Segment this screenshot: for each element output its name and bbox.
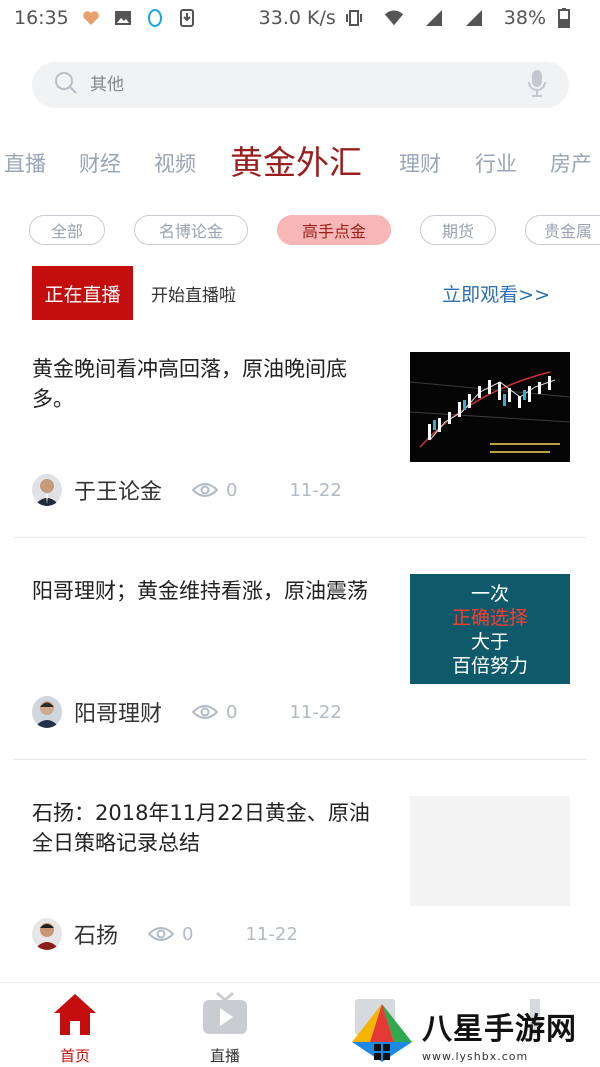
signal-icon — [424, 9, 444, 27]
eye-icon — [191, 481, 219, 499]
article-date: 11-22 — [289, 701, 342, 723]
vibrate-icon — [344, 9, 364, 27]
home-icon — [50, 991, 100, 1037]
tv-play-icon — [200, 991, 250, 1037]
tag-famous-blogs[interactable]: 名博论金 — [134, 215, 248, 245]
search-input[interactable] — [90, 75, 527, 95]
watermark-logo-icon — [352, 1004, 412, 1062]
watermark-url: www.lyshbx.com — [422, 1049, 529, 1063]
author-name[interactable]: 石扬 — [74, 918, 118, 950]
thumbnail-line: 一次 — [470, 583, 509, 605]
tab-home-label: 首页 — [59, 1047, 90, 1065]
wifi-icon — [384, 9, 404, 27]
thumbnail-line: 大于 — [470, 631, 509, 653]
article-title[interactable]: 石扬：2018年11月22日黄金、原油全日策略记录总结 — [32, 798, 384, 858]
view-count: 0 — [226, 701, 238, 723]
eye-icon — [191, 703, 219, 721]
article-title[interactable]: 阳哥理财；黄金维持看涨，原油震荡 — [32, 576, 384, 606]
watermark-title: 八星手游网 — [422, 1011, 577, 1047]
author-name[interactable]: 于王论金 — [74, 474, 162, 506]
article-thumbnail-placeholder[interactable] — [410, 796, 570, 906]
search-bar[interactable] — [32, 62, 569, 108]
status-time: 16:35 — [14, 7, 69, 29]
thumbnail-line: 百倍努力 — [451, 655, 528, 677]
microphone-icon[interactable] — [527, 69, 547, 101]
category-finance[interactable]: 财经 — [79, 148, 121, 178]
category-gold-forex[interactable]: 黄金外汇 — [230, 136, 362, 184]
status-bar: 16:35 33.0 K/s 38% — [0, 0, 600, 36]
category-video[interactable]: 视频 — [154, 148, 196, 178]
tab-live-label: 直播 — [209, 1047, 240, 1065]
battery-level: 38% — [503, 7, 546, 29]
view-count: 0 — [226, 479, 238, 501]
tag-precious-metals[interactable]: 贵金属 — [525, 215, 600, 245]
signal-2-icon — [464, 9, 484, 27]
article-thumbnail-quote[interactable]: 一次 正确选择 大于 百倍努力 — [410, 574, 570, 684]
tag-row: 全部 名博论金 高手点金 期货 贵金属 — [0, 215, 600, 247]
article-thumbnail-chart[interactable] — [410, 352, 570, 462]
live-bar: 正在直播 开始直播啦 立即观看>> — [32, 266, 572, 320]
thumbnail-line: 正确选择 — [451, 607, 528, 629]
health-heart-icon — [81, 9, 101, 27]
article-date: 11-22 — [289, 479, 342, 501]
watermark: 八星手游网 www.lyshbx.com — [350, 1002, 598, 1064]
download-icon — [177, 9, 197, 27]
author-avatar[interactable] — [32, 474, 62, 506]
battery-icon — [554, 8, 574, 28]
author-name[interactable]: 阳哥理财 — [74, 696, 162, 728]
eye-icon — [147, 925, 175, 943]
article-title[interactable]: 黄金晚间看冲高回落，原油晚间底多。 — [32, 354, 384, 414]
tag-expert-tips[interactable]: 高手点金 — [277, 215, 391, 245]
category-realty[interactable]: 房产 — [550, 148, 592, 178]
gallery-icon — [113, 9, 133, 27]
tag-futures[interactable]: 期货 — [420, 215, 496, 245]
divider — [14, 759, 586, 760]
watch-now-link[interactable]: 立即观看>> — [442, 280, 550, 307]
qq-penguin-icon — [145, 9, 165, 27]
live-badge: 正在直播 — [32, 266, 133, 320]
category-live[interactable]: 直播 — [4, 148, 46, 178]
divider — [14, 537, 586, 538]
search-icon — [54, 71, 78, 99]
live-text: 开始直播啦 — [151, 285, 236, 306]
network-speed: 33.0 K/s — [258, 7, 336, 29]
article-meta: 石扬 0 11-22 — [32, 918, 298, 950]
tab-home[interactable]: 首页 — [25, 991, 125, 1066]
category-nav: 直播 财经 视频 黄金外汇 理财 行业 房产 — [0, 130, 600, 190]
author-avatar[interactable] — [32, 918, 62, 950]
tag-all[interactable]: 全部 — [29, 215, 105, 245]
watermark-text: 八星手游网 www.lyshbx.com — [422, 1004, 577, 1063]
article-date: 11-22 — [245, 923, 298, 945]
tab-live[interactable]: 直播 — [175, 991, 275, 1066]
author-avatar[interactable] — [32, 696, 62, 728]
category-wealth[interactable]: 理财 — [399, 148, 441, 178]
status-right: 33.0 K/s 38% — [259, 7, 586, 29]
category-industry[interactable]: 行业 — [475, 148, 517, 178]
view-count: 0 — [182, 923, 194, 945]
article-meta: 于王论金 0 11-22 — [32, 474, 342, 506]
article-meta: 阳哥理财 0 11-22 — [32, 696, 342, 728]
